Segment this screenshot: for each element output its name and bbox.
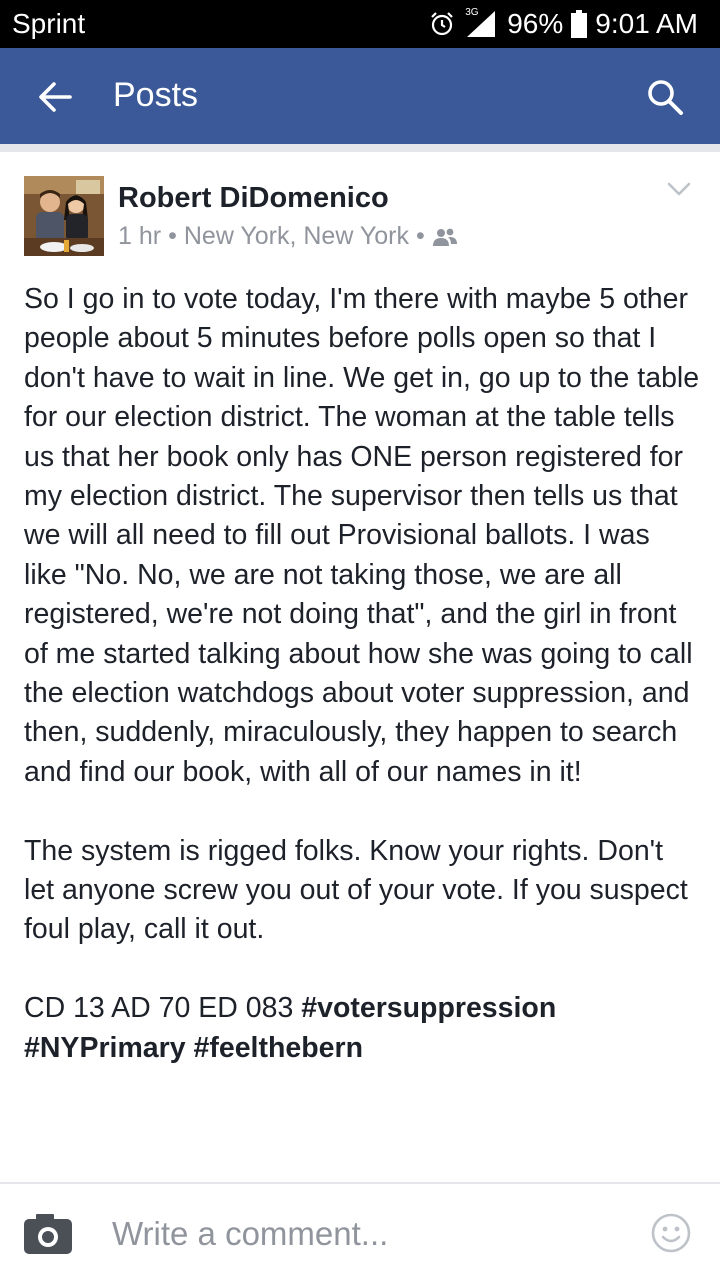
post-meta: 1 hr • New York, New York •: [118, 222, 458, 251]
camera-icon: [24, 1214, 72, 1254]
signal-icon: 3G: [463, 7, 499, 39]
network-type-label: 3G: [465, 7, 479, 18]
battery-percent: 96%: [507, 8, 564, 39]
post-text: So I go in to vote today, I'm there with…: [24, 280, 700, 1107]
hashtag-link[interactable]: #votersuppression: [301, 992, 556, 1024]
post-location[interactable]: New York, New York: [184, 222, 409, 251]
district-codes: CD 13 AD 70 ED 083: [24, 992, 294, 1025]
comment-input[interactable]: [112, 1212, 632, 1256]
hashtag-link[interactable]: #NYPrimary: [24, 1032, 186, 1064]
profile-photo: [24, 176, 104, 256]
meta-separator: •: [168, 222, 177, 250]
feed-background: [0, 144, 720, 152]
comment-bar: [0, 1184, 720, 1280]
author-name[interactable]: Robert DiDomenico: [118, 182, 389, 215]
search-icon: [648, 80, 683, 115]
chevron-down-icon: [667, 182, 691, 196]
post-paragraph: So I go in to vote today, I'm there with…: [24, 283, 700, 788]
post-paragraph: The system is rigged folks. Know your ri…: [24, 834, 688, 946]
hashtag-link[interactable]: #feelthebern: [194, 1032, 363, 1064]
page-title: Posts: [113, 76, 199, 114]
post-options-button[interactable]: [664, 174, 694, 204]
alarm-icon: [429, 11, 455, 37]
carrier-label: Sprint: [12, 8, 86, 39]
battery-icon: [571, 10, 588, 38]
emoji-button[interactable]: [650, 1212, 692, 1254]
camera-button[interactable]: [22, 1212, 74, 1256]
post-time[interactable]: 1 hr: [118, 222, 161, 251]
friends-icon: [432, 228, 457, 246]
search-button[interactable]: [644, 76, 686, 118]
clock: 9:01 AM: [595, 8, 698, 39]
avatar[interactable]: [24, 176, 104, 256]
emoji-icon: [651, 1213, 691, 1253]
back-button[interactable]: [34, 76, 76, 118]
app-bar: Posts: [0, 48, 720, 144]
post-paragraph: CD 13 AD 70 ED 083 #votersuppression #NY…: [24, 989, 700, 1068]
meta-separator: •: [415, 222, 425, 250]
back-arrow-icon: [39, 82, 72, 112]
status-bar: Sprint 3G 96% 9:01 AM: [0, 0, 720, 48]
post-card: Robert DiDomenico 1 hr • New York, New Y…: [0, 152, 720, 1182]
status-indicators: 3G 96% 9:01 AM: [429, 7, 698, 41]
